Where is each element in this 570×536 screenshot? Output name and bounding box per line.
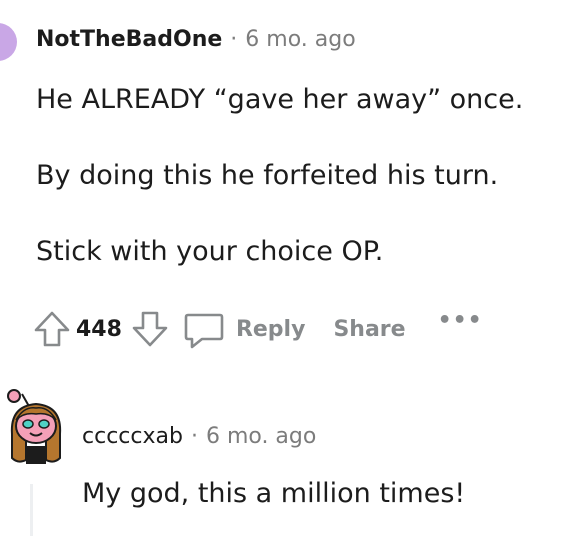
comment-1-meta: NotTheBadOne · 6 mo. ago (36, 27, 356, 52)
meta-separator: · (230, 27, 238, 52)
share-button[interactable]: Share (333, 317, 405, 342)
comment-bubble-icon[interactable] (182, 307, 226, 351)
vote-count: 448 (76, 316, 122, 342)
more-options-button[interactable]: ••• (438, 310, 483, 332)
upvote-icon[interactable] (30, 307, 74, 351)
comment-paragraph: Stick with your choice OP. (36, 236, 384, 267)
username[interactable]: NotTheBadOne (36, 27, 222, 52)
comment-paragraph: By doing this he forfeited his turn. (36, 160, 499, 191)
comment-actions: 448 Reply Share ••• (30, 306, 483, 352)
user-avatar[interactable] (0, 22, 20, 62)
thread-line[interactable] (30, 484, 33, 536)
comment-2-meta: cccccxab · 6 mo. ago (82, 424, 316, 449)
timestamp[interactable]: 6 mo. ago (245, 27, 355, 52)
comment-text: My god, this a million times! (82, 478, 466, 509)
timestamp[interactable]: 6 mo. ago (206, 424, 316, 449)
reply-button[interactable]: Reply (236, 317, 306, 342)
downvote-icon[interactable] (128, 307, 172, 351)
comment-paragraph: He ALREADY “gave her away” once. (36, 84, 524, 115)
user-avatar[interactable] (4, 384, 66, 466)
meta-separator: · (190, 424, 198, 449)
username[interactable]: cccccxab (82, 424, 183, 449)
